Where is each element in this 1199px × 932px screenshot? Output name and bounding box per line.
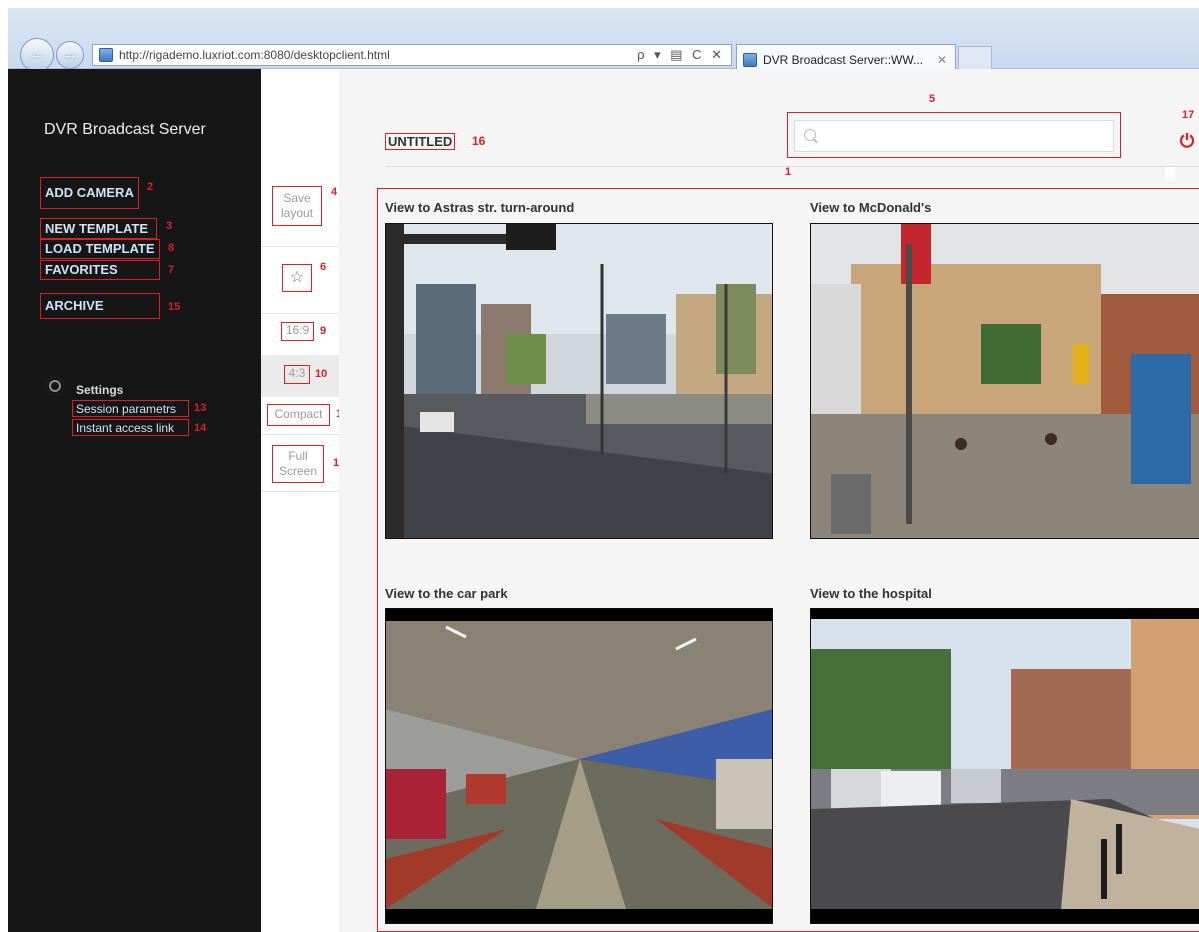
camera-feed-image [386, 224, 772, 538]
marker-5: 5 [929, 93, 936, 105]
header-divider [385, 166, 1199, 167]
aspect-16-9-button[interactable]: 16:9 [281, 322, 314, 341]
settings-label: Settings [76, 383, 124, 397]
star-icon: ☆ [289, 269, 305, 286]
save-layout-label-line1: Save [283, 191, 311, 205]
forward-button[interactable]: → [56, 41, 84, 69]
toolbar-divider [261, 246, 339, 247]
camera-title: View to the car park [385, 586, 508, 601]
marker-4: 4 [331, 186, 338, 198]
gear-icon [46, 377, 64, 395]
full-screen-label-line2: Screen [278, 464, 318, 478]
add-camera-button[interactable]: ADD CAMERA [40, 177, 139, 209]
search-input[interactable] [794, 120, 1114, 152]
forward-arrow-icon: → [62, 46, 78, 63]
browser-toolbar: ← → http://rigademo.luxriot.com:8080/des… [8, 8, 1199, 74]
camera-title: View to McDonald's [810, 200, 932, 215]
save-layout-label-line2: layout [280, 206, 314, 220]
camera-view-car-park[interactable] [385, 608, 773, 924]
address-tools-icons[interactable]: ρ ▾ ▤ C ✕ [637, 47, 725, 63]
session-parameters-link[interactable]: Session parametrs [72, 400, 189, 417]
marker-9: 9 [320, 325, 327, 337]
instant-access-link[interactable]: Instant access link [72, 419, 189, 436]
tab-title: DVR Broadcast Server::WW... [763, 52, 924, 67]
tab-close-icon[interactable]: ✕ [937, 53, 947, 67]
aspect-4-3-button[interactable]: 4:3 [284, 365, 310, 384]
new-template-button[interactable]: NEW TEMPLATE [40, 218, 157, 239]
marker-7: 7 [168, 264, 175, 276]
tab-favicon-icon [743, 52, 757, 67]
marker-2: 2 [147, 181, 154, 193]
back-button[interactable]: ← [20, 38, 54, 72]
marker-15: 15 [168, 301, 181, 313]
marker-13: 13 [194, 402, 207, 414]
camera-view-astras[interactable] [385, 223, 773, 539]
power-icon[interactable] [1179, 132, 1195, 148]
app-title: DVR Broadcast Server [44, 121, 206, 138]
marker-8: 8 [168, 242, 175, 254]
save-layout-button[interactable]: Save layout [272, 186, 322, 226]
camera-title: View to the hospital [810, 586, 932, 601]
sidebar: DVR Broadcast Server ADD CAMERA 2 NEW TE… [8, 69, 261, 932]
search-icon [804, 129, 816, 141]
favorite-button[interactable]: ☆ [282, 264, 312, 292]
layout-title[interactable]: UNTITLED [385, 133, 456, 150]
main-content: UNTITLED 16 5 17 1 View to Astras str. t… [339, 69, 1199, 932]
scrollbar-thumb[interactable] [1165, 167, 1175, 181]
compact-button[interactable]: Compact [267, 404, 330, 426]
favorites-button[interactable]: FAVORITES [40, 260, 160, 280]
camera-view-hospital[interactable] [810, 608, 1199, 924]
layout-toolbar: Save layout 4 ☆ 6 16:9 9 4:3 10 Compact … [261, 69, 348, 932]
toolbar-divider [261, 491, 339, 492]
camera-feed-image [811, 609, 1199, 923]
full-screen-label-line1: Full [288, 449, 308, 463]
toolbar-divider [261, 313, 339, 314]
camera-feed-image [811, 224, 1199, 538]
marker-6: 6 [320, 261, 327, 273]
address-bar[interactable]: http://rigademo.luxriot.com:8080/desktop… [92, 44, 732, 66]
load-template-button[interactable]: LOAD TEMPLATE [40, 239, 160, 259]
archive-button[interactable]: ARCHIVE [40, 293, 160, 319]
camera-title: View to Astras str. turn-around [385, 200, 575, 215]
full-screen-button[interactable]: Full Screen [272, 445, 324, 483]
marker-3: 3 [166, 220, 173, 232]
camera-view-mcdonalds[interactable] [810, 223, 1199, 539]
marker-14: 14 [194, 422, 207, 434]
page-icon [99, 48, 113, 62]
back-arrow-icon: ← [29, 46, 45, 63]
marker-1: 1 [785, 166, 792, 178]
toolbar-divider [261, 434, 339, 435]
url-text[interactable]: http://rigademo.luxriot.com:8080/desktop… [119, 48, 637, 62]
search-frame [787, 112, 1121, 158]
camera-feed-image [386, 609, 772, 923]
marker-10: 10 [315, 368, 328, 380]
marker-16: 16 [472, 134, 486, 148]
marker-17: 17 [1182, 109, 1195, 121]
